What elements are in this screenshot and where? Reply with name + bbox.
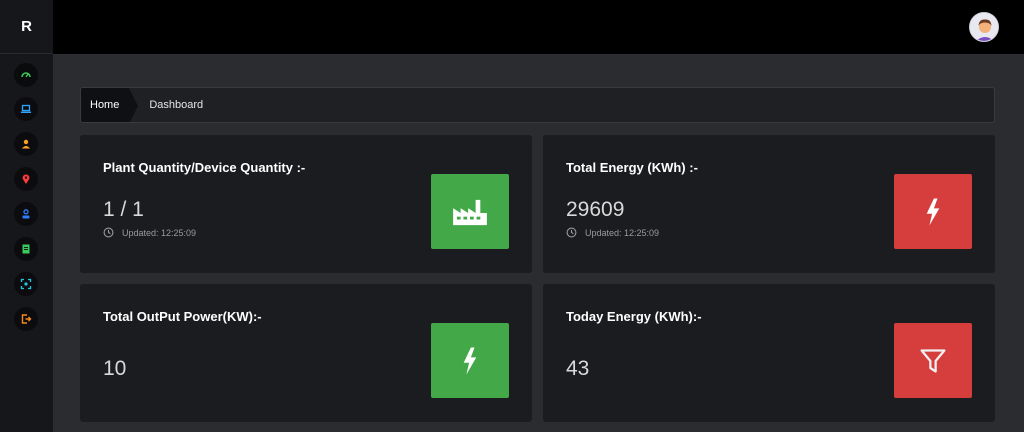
lightning-icon <box>894 174 972 249</box>
sidebar-item-profile[interactable] <box>14 202 38 226</box>
card-value: 43 <box>566 357 590 380</box>
sidebar-item-logout[interactable] <box>14 307 38 331</box>
today-energy-card: Today Energy (KWh):- 43 <box>543 284 995 422</box>
card-updated: Updated: 12:25:09 <box>103 227 196 238</box>
total-energy-card: Total Energy (KWh) :- 29609 Updated: 12:… <box>543 135 995 273</box>
brand-logo[interactable]: R <box>0 0 53 54</box>
card-updated: Updated: 12:25:09 <box>566 227 659 238</box>
logout-icon <box>21 314 32 324</box>
plant-quantity-card: Plant Quantity/Device Quantity :- 1 / 1 … <box>80 135 532 273</box>
sidebar-item-scan[interactable] <box>14 272 38 296</box>
sidebar-item-devices[interactable] <box>14 97 38 121</box>
sidebar-item-users[interactable] <box>14 132 38 156</box>
sidebar: R <box>0 0 53 432</box>
output-power-card: Total OutPut Power(KW):- 10 <box>80 284 532 422</box>
user-icon <box>22 139 30 149</box>
updated-time: Updated: 12:25:09 <box>122 227 197 238</box>
lightning-icon <box>431 323 509 398</box>
sidebar-item-reports[interactable] <box>14 237 38 261</box>
factory-icon <box>431 174 509 249</box>
card-title: Total Energy (KWh) :- <box>566 160 698 175</box>
breadcrumb-home-link[interactable]: Home <box>81 88 139 122</box>
sidebar-item-dashboard[interactable] <box>14 63 38 87</box>
clock-icon <box>103 227 114 238</box>
card-title: Plant Quantity/Device Quantity :- <box>103 160 306 175</box>
updated-time: Updated: 12:25:09 <box>585 227 660 238</box>
card-title: Today Energy (KWh):- <box>566 309 702 324</box>
clock-icon <box>566 227 577 238</box>
filter-icon <box>894 323 972 398</box>
map-pin-icon <box>22 174 30 184</box>
top-bar <box>53 0 1024 54</box>
laptop-icon <box>21 104 31 113</box>
sidebar-item-locations[interactable] <box>14 167 38 191</box>
document-icon <box>22 244 30 254</box>
user-avatar-icon[interactable] <box>969 12 999 42</box>
card-title: Total OutPut Power(KW):- <box>103 309 262 324</box>
scan-icon <box>20 278 32 290</box>
breadcrumb: Home Dashboard <box>80 87 995 123</box>
card-value: 29609 <box>566 198 625 221</box>
card-value: 1 / 1 <box>103 198 144 221</box>
breadcrumb-current: Dashboard <box>149 99 204 111</box>
card-value: 10 <box>103 357 127 380</box>
gauge-icon <box>21 72 31 78</box>
user-id-icon <box>22 209 30 219</box>
